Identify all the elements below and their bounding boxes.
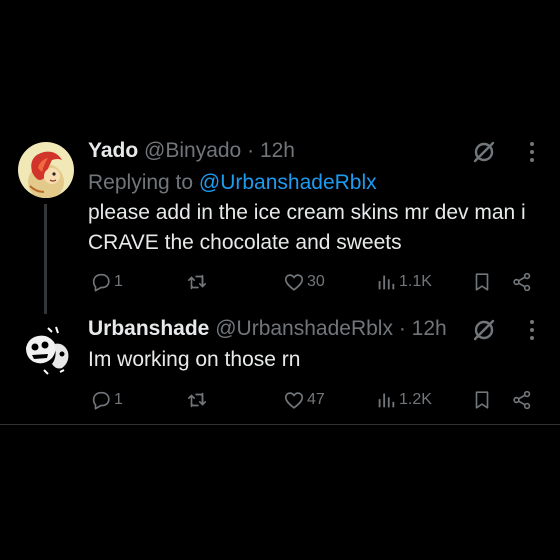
reply-tweet[interactable]: Yado @Binyado · 12h Replying to @Urbansh… xyxy=(0,130,560,314)
avatar[interactable] xyxy=(18,322,74,378)
tweet-text: please add in the ice cream skins mr dev… xyxy=(88,198,550,258)
action-bar: 1 30 1.1K xyxy=(88,268,560,296)
thread-line xyxy=(44,204,47,314)
like-button[interactable]: 47 xyxy=(283,386,325,414)
reply-button[interactable]: 1 xyxy=(90,268,123,296)
heart-icon xyxy=(283,389,305,411)
like-count: 30 xyxy=(307,273,325,290)
views-button[interactable]: 1.2K xyxy=(375,386,432,414)
bookmark-icon xyxy=(471,389,493,411)
views-icon xyxy=(375,271,397,293)
tweet-text-line: please add in the ice cream skins mr dev… xyxy=(88,201,526,224)
heart-icon xyxy=(283,271,305,293)
share-icon xyxy=(511,389,533,411)
bookmark-button[interactable] xyxy=(471,386,493,414)
retweet-button[interactable] xyxy=(186,268,208,296)
avatar-image xyxy=(18,142,74,198)
like-button[interactable]: 30 xyxy=(283,268,325,296)
author-name[interactable]: Urbanshade xyxy=(88,317,209,340)
replying-to-line: Replying to @UrbanshadeRblx xyxy=(88,170,377,196)
separator-dot: · xyxy=(247,139,255,162)
like-count: 47 xyxy=(307,391,325,408)
bookmark-button[interactable] xyxy=(471,268,493,296)
share-button[interactable] xyxy=(511,386,533,414)
avatar-image xyxy=(18,322,74,378)
action-bar: 1 47 1.2K xyxy=(88,386,560,414)
timestamp[interactable]: 12h xyxy=(412,317,447,340)
bookmark-icon xyxy=(471,271,493,293)
views-button[interactable]: 1.1K xyxy=(375,268,432,296)
tweet-text: Im working on those rn xyxy=(88,345,550,375)
retweet-icon xyxy=(186,389,208,411)
replying-to-mention[interactable]: @UrbanshadeRblx xyxy=(199,171,377,194)
divider xyxy=(0,424,560,425)
reply-button[interactable]: 1 xyxy=(90,386,123,414)
views-icon xyxy=(375,389,397,411)
tweet-text-line: Im working on those rn xyxy=(88,348,301,371)
share-button[interactable] xyxy=(511,268,533,296)
grok-icon[interactable] xyxy=(470,138,498,166)
author-handle[interactable]: @Binyado xyxy=(144,139,241,162)
reply-count: 1 xyxy=(114,273,123,290)
author-reply-tweet[interactable]: Urbanshade @UrbanshadeRblx · 12h Im work… xyxy=(0,310,560,424)
share-icon xyxy=(511,271,533,293)
reply-icon xyxy=(90,389,112,411)
replying-to-prefix: Replying to xyxy=(88,171,199,194)
tweet-text-line: CRAVE the chocolate and sweets xyxy=(88,231,402,254)
view-count: 1.2K xyxy=(399,391,432,408)
reply-count: 1 xyxy=(114,391,123,408)
more-options-icon[interactable] xyxy=(518,138,546,166)
more-options-icon[interactable] xyxy=(518,316,546,344)
separator-dot: · xyxy=(398,317,406,340)
retweet-icon xyxy=(186,271,208,293)
retweet-button[interactable] xyxy=(186,386,208,414)
author-name[interactable]: Yado xyxy=(88,139,138,162)
reply-icon xyxy=(90,271,112,293)
grok-icon[interactable] xyxy=(470,316,498,344)
view-count: 1.1K xyxy=(399,273,432,290)
timestamp[interactable]: 12h xyxy=(260,139,295,162)
avatar[interactable] xyxy=(18,142,74,198)
author-handle[interactable]: @UrbanshadeRblx xyxy=(215,317,393,340)
